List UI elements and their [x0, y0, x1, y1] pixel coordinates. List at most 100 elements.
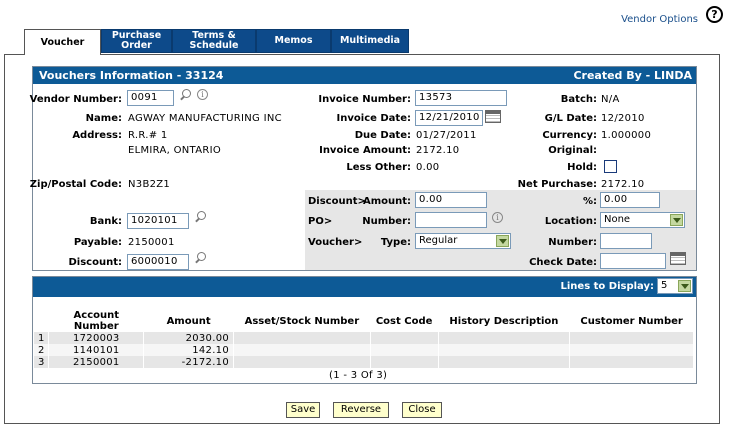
vendor-lookup-icon[interactable]	[179, 89, 191, 101]
tab-purchase-order[interactable]: Purchase Order	[101, 29, 172, 53]
check-date-calendar-icon[interactable]	[670, 252, 686, 265]
check-date-field[interactable]	[600, 253, 666, 269]
chevron-down-icon	[678, 280, 691, 292]
percent-label: %:	[582, 196, 597, 207]
lines-table: Account Number Amount Asset/Stock Number…	[34, 310, 694, 368]
customer-number-cell	[569, 332, 694, 344]
check-date-label: Check Date:	[529, 257, 597, 268]
due-date-label: Due Date:	[354, 130, 411, 141]
location-select[interactable]: None	[600, 212, 685, 228]
amount-label: Amount:	[362, 196, 411, 207]
discount-group-label: Discount>	[308, 196, 366, 207]
address-label: Address:	[72, 130, 122, 141]
pager-text: (1 - 3 Of 3)	[329, 370, 388, 381]
currency-value: 1.000000	[601, 130, 652, 141]
less-other-value: 0.00	[416, 162, 440, 173]
asset-stock-cell	[233, 344, 371, 356]
currency-label: Currency:	[542, 130, 597, 141]
lines-to-display-label: Lines to Display:	[560, 281, 655, 292]
zip-value: N3B2Z1	[128, 179, 171, 190]
amount-cell: -2172.10	[143, 356, 235, 368]
reverse-button[interactable]: Reverse	[333, 402, 389, 418]
payable-label: Payable:	[73, 237, 122, 248]
help-icon[interactable]: ?	[706, 6, 723, 23]
voucher-group-label: Voucher>	[308, 237, 363, 248]
amount-cell: 2030.00	[143, 332, 235, 344]
name-label: Name:	[85, 113, 122, 124]
payable-value: 2150001	[128, 237, 175, 248]
address-line-2: ELMIRA, ONTARIO	[128, 145, 222, 156]
table-header-row: Account Number Amount Asset/Stock Number…	[34, 310, 694, 332]
batch-label: Batch:	[560, 94, 597, 105]
col-index-header	[34, 310, 49, 332]
vendor-number-field[interactable]: 0091	[127, 90, 174, 106]
zip-label: Zip/Postal Code:	[29, 179, 122, 190]
discount-amount-field[interactable]: 0.00	[415, 192, 487, 208]
po-group-label: PO>	[308, 216, 333, 227]
cost-code-cell	[370, 332, 439, 344]
discount-label: Discount:	[68, 257, 123, 268]
location-label: Location:	[544, 216, 597, 227]
asset-stock-cell	[233, 356, 371, 368]
tab-multimedia[interactable]: Multimedia	[331, 29, 409, 53]
less-other-label: Less Other:	[346, 162, 411, 173]
col-customer-number-header: Customer Number	[580, 315, 683, 327]
asset-stock-cell	[233, 332, 371, 344]
table-row[interactable]: 2 1140101 142.10	[34, 344, 694, 356]
row-index: 3	[34, 356, 50, 368]
customer-number-cell	[569, 344, 694, 356]
discount-percent-field[interactable]: 0.00	[600, 192, 660, 208]
bank-field[interactable]: 1020101	[127, 213, 189, 229]
discount-lookup-icon[interactable]	[194, 252, 206, 264]
po-number-field[interactable]	[415, 212, 487, 228]
col-asset-stock-number-header: Asset/Stock Number	[244, 315, 360, 327]
customer-number-cell	[569, 356, 694, 368]
invoice-number-field[interactable]: 13573	[415, 90, 507, 106]
chevron-down-icon	[670, 214, 683, 226]
history-description-cell	[438, 344, 571, 356]
chevron-down-icon	[496, 235, 509, 247]
tab-terms-schedule-label: Terms & Schedule	[189, 30, 239, 51]
col-amount-header: Amount	[166, 315, 211, 327]
lines-to-display-value: 5	[661, 280, 668, 291]
table-row[interactable]: 1 1720003 2030.00	[34, 332, 694, 344]
discount-field[interactable]: 6000010	[127, 254, 189, 270]
hold-checkbox[interactable]	[604, 160, 617, 173]
invoice-amount-label: Invoice Amount:	[319, 145, 411, 156]
vendor-name: AGWAY MANUFACTURING INC	[128, 113, 282, 124]
bank-lookup-icon[interactable]	[194, 211, 206, 223]
due-date-value: 01/27/2011	[416, 130, 477, 141]
row-index: 2	[34, 344, 50, 356]
tab-terms-schedule[interactable]: Terms & Schedule	[172, 29, 256, 53]
original-label: Original:	[548, 145, 597, 156]
net-purchase-label: Net Purchase:	[517, 179, 597, 190]
po-info-icon[interactable]: i	[492, 212, 503, 223]
bank-label: Bank:	[89, 216, 122, 227]
net-purchase-value: 2172.10	[601, 179, 645, 190]
history-description-cell	[438, 332, 571, 344]
vendor-info-icon[interactable]: i	[197, 89, 208, 100]
voucher-number-field[interactable]	[600, 233, 652, 249]
amount-cell: 142.10	[143, 344, 235, 356]
vendor-options-link[interactable]: Vendor Options	[621, 14, 698, 25]
voucher-type-select[interactable]: Regular	[415, 233, 511, 249]
account-number-cell: 1140101	[48, 344, 145, 356]
save-button[interactable]: Save	[286, 402, 320, 418]
tab-memos[interactable]: Memos	[256, 29, 331, 53]
cost-code-cell	[370, 356, 439, 368]
tab-voucher[interactable]: Voucher	[24, 29, 101, 55]
vendor-number-label: Vendor Number:	[29, 94, 122, 105]
invoice-date-field[interactable]: 12/21/2010	[415, 110, 483, 126]
batch-value: N/A	[601, 94, 620, 105]
history-description-cell	[438, 356, 571, 368]
invoice-date-calendar-icon[interactable]	[485, 110, 501, 123]
voucher-number-label: Number:	[548, 237, 597, 248]
invoice-amount-value: 2172.10	[416, 145, 460, 156]
close-button[interactable]: Close	[402, 402, 442, 418]
po-number-label: Number:	[362, 216, 411, 227]
invoice-date-label: Invoice Date:	[336, 113, 411, 124]
col-cost-code-header: Cost Code	[375, 315, 433, 327]
type-label: Type:	[380, 237, 411, 248]
lines-to-display-select[interactable]: 5	[657, 278, 693, 294]
table-row[interactable]: 3 2150001 -2172.10	[34, 356, 694, 368]
